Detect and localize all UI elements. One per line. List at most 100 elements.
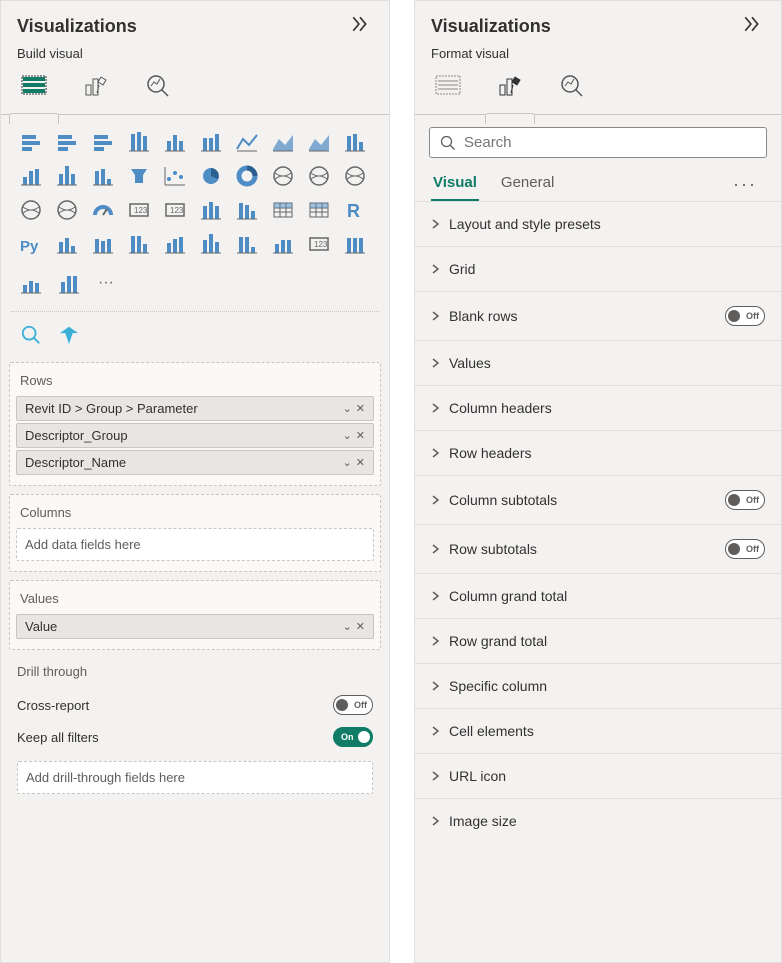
viz-type-metrics[interactable]	[231, 229, 263, 259]
viz-type-gauge[interactable]	[87, 195, 119, 225]
viz-type-multi-card[interactable]: 123	[159, 195, 191, 225]
viz-type-matrix[interactable]	[303, 195, 335, 225]
search-visuals-button[interactable]	[15, 320, 47, 350]
viz-type-stacked-column[interactable]	[159, 127, 191, 157]
remove-field-button[interactable]: ✕	[356, 402, 365, 415]
field-pill[interactable]: Value ⌄ ✕	[16, 614, 374, 639]
format-item-url-icon[interactable]: URL icon	[415, 753, 781, 798]
remove-field-button[interactable]: ✕	[356, 456, 365, 469]
viz-type-scorecard[interactable]: 123	[303, 229, 335, 259]
format-item-row-subtotals[interactable]: Row subtotalsOff	[415, 524, 781, 573]
viz-type-stacked-bar-100[interactable]	[87, 127, 119, 157]
viz-type-map[interactable]	[303, 161, 335, 191]
viz-type-stacked-column-100[interactable]	[195, 127, 227, 157]
format-item-cell-elements[interactable]: Cell elements	[415, 708, 781, 753]
viz-type-clustered-column[interactable]	[123, 127, 155, 157]
collapse-panel-button[interactable]	[739, 11, 765, 42]
columns-well[interactable]: Columns Add data fields here	[9, 494, 381, 572]
viz-type-pie[interactable]	[195, 161, 227, 191]
map-icon	[307, 165, 331, 187]
format-tab-visual[interactable]: Visual	[431, 168, 479, 201]
format-item-blank-rows[interactable]: Blank rowsOff	[415, 291, 781, 340]
viz-type-more-ellipsis[interactable]: ···	[91, 269, 123, 299]
viz-type-r-visual[interactable]: R	[339, 195, 371, 225]
chevron-down-icon[interactable]: ⌄	[343, 429, 352, 442]
format-item-toggle[interactable]: Off	[725, 490, 765, 510]
viz-type-qa[interactable]	[123, 229, 155, 259]
remove-field-button[interactable]: ✕	[356, 429, 365, 442]
viz-type-app[interactable]	[267, 229, 299, 259]
mode-tab-analytics[interactable]	[555, 67, 589, 114]
chevron-down-icon[interactable]: ⌄	[343, 620, 352, 633]
format-item-column-grand-total[interactable]: Column grand total	[415, 573, 781, 618]
viz-type-narrative-2[interactable]	[15, 269, 47, 299]
format-item-grid[interactable]: Grid	[415, 246, 781, 291]
values-well[interactable]: Values Value ⌄ ✕	[9, 580, 381, 650]
viz-type-decomposition[interactable]	[87, 229, 119, 259]
drill-placeholder[interactable]: Add drill-through fields here	[17, 761, 373, 794]
viz-type-azure-map[interactable]	[51, 195, 83, 225]
format-item-row-grand-total[interactable]: Row grand total	[415, 618, 781, 663]
field-pill[interactable]: Descriptor_Group ⌄ ✕	[16, 423, 374, 448]
viz-type-paginated[interactable]	[195, 229, 227, 259]
format-more-button[interactable]: ···	[725, 170, 765, 199]
viz-type-ribbon[interactable]	[339, 127, 371, 157]
format-item-values[interactable]: Values	[415, 340, 781, 385]
viz-type-donut[interactable]	[231, 161, 263, 191]
format-item-column-headers[interactable]: Column headers	[415, 385, 781, 430]
collapse-panel-button[interactable]	[347, 11, 373, 42]
cross-report-toggle[interactable]: Off	[333, 695, 373, 715]
viz-type-stacked-area[interactable]	[303, 127, 335, 157]
chevron-right-icon	[431, 681, 441, 691]
mode-tab-build[interactable]	[17, 67, 51, 114]
format-item-row-headers[interactable]: Row headers	[415, 430, 781, 475]
field-pill[interactable]: Revit ID > Group > Parameter ⌄ ✕	[16, 396, 374, 421]
field-pill[interactable]: Descriptor_Name ⌄ ✕	[16, 450, 374, 475]
format-item-toggle[interactable]: Off	[725, 539, 765, 559]
keep-filters-toggle[interactable]: On	[333, 727, 373, 747]
viz-type-get-more[interactable]	[339, 229, 371, 259]
viz-type-slicer[interactable]	[231, 195, 263, 225]
format-item-specific-column[interactable]: Specific column	[415, 663, 781, 708]
panel-subtitle: Format visual	[415, 46, 781, 67]
viz-type-smart-narrative[interactable]	[159, 229, 191, 259]
format-item-image-size[interactable]: Image size	[415, 798, 781, 843]
format-search-box[interactable]	[429, 127, 767, 158]
format-item-layout-and-style-presets[interactable]: Layout and style presets	[415, 201, 781, 246]
columns-placeholder[interactable]: Add data fields here	[16, 528, 374, 561]
viz-type-line-column[interactable]	[15, 161, 47, 191]
clustered-column-icon	[127, 131, 151, 153]
chevron-down-icon[interactable]: ⌄	[343, 402, 352, 415]
viz-type-funnel[interactable]	[123, 161, 155, 191]
remove-field-button[interactable]: ✕	[356, 620, 365, 633]
viz-type-python-visual[interactable]: Py	[15, 229, 47, 259]
mode-tab-build[interactable]	[431, 67, 465, 114]
format-item-label: Column subtotals	[449, 492, 557, 508]
format-search-input[interactable]	[464, 134, 756, 151]
clustered-bar-icon	[55, 131, 79, 153]
format-tab-general[interactable]: General	[499, 168, 556, 201]
viz-type-line-column-stacked[interactable]	[51, 161, 83, 191]
format-item-toggle[interactable]: Off	[725, 306, 765, 326]
viz-type-shape-map[interactable]	[15, 195, 47, 225]
chevron-down-icon[interactable]: ⌄	[343, 456, 352, 469]
viz-type-key-influencers[interactable]	[51, 229, 83, 259]
viz-type-treemap[interactable]	[267, 161, 299, 191]
viz-type-arcgis[interactable]	[53, 269, 85, 299]
mode-tab-format[interactable]	[493, 67, 527, 114]
pin-visual-button[interactable]	[53, 320, 85, 350]
viz-type-filled-map[interactable]	[339, 161, 371, 191]
viz-type-stacked-bar[interactable]	[15, 127, 47, 157]
viz-type-clustered-bar[interactable]	[51, 127, 83, 157]
viz-type-area[interactable]	[267, 127, 299, 157]
viz-type-table[interactable]	[267, 195, 299, 225]
rows-well[interactable]: Rows Revit ID > Group > Parameter ⌄ ✕ De…	[9, 362, 381, 486]
viz-type-line[interactable]	[231, 127, 263, 157]
format-item-column-subtotals[interactable]: Column subtotals Off	[415, 475, 781, 524]
viz-type-kpi[interactable]	[195, 195, 227, 225]
viz-type-scatter[interactable]	[159, 161, 191, 191]
viz-type-card[interactable]: 123	[123, 195, 155, 225]
viz-type-waterfall[interactable]	[87, 161, 119, 191]
mode-tab-format[interactable]	[79, 67, 113, 114]
mode-tab-analytics[interactable]	[141, 67, 175, 114]
